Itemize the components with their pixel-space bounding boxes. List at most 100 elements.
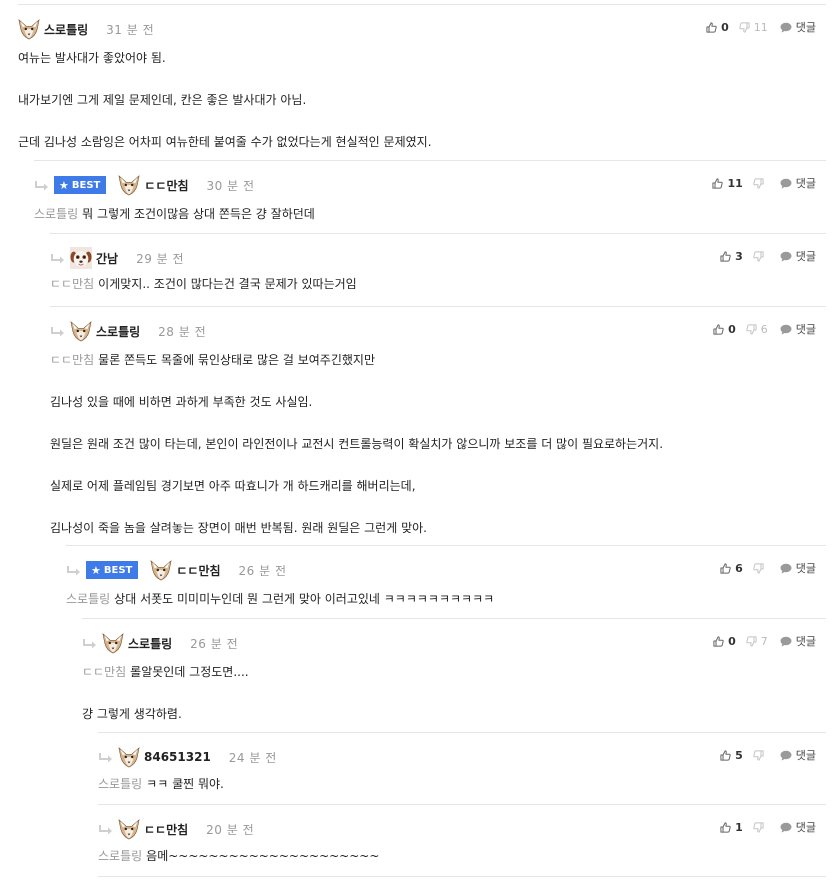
comment-bubble-icon (780, 22, 792, 32)
paragraph-text: 김나성 있을 때에 비하면 과하게 부족한 것도 사실임. (50, 395, 313, 409)
thumbs-up-icon (720, 562, 731, 574)
reply-arrow-icon (67, 566, 80, 576)
dislike-button[interactable] (753, 177, 768, 189)
reply-button[interactable]: 댓글 (780, 19, 816, 35)
comment-paragraph: 스로틀링 ㅋㅋ 쿨찐 뭐야. (98, 777, 826, 791)
mention-link[interactable]: 스로틀링 (98, 849, 142, 863)
best-badge-label: BEST (103, 564, 133, 576)
comment-paragraph: 실제로 어제 플레임팀 경기보면 아주 따효니가 개 하드캐리를 해버리는데, (50, 479, 826, 493)
reply-button[interactable]: 댓글 (780, 560, 816, 576)
dislike-button[interactable] (753, 250, 768, 262)
comment-item: 스로틀링 31 분 전 0 11 댓글여뉴는 발사대가 좋았어야 됨. 내가보기엔 그게 … (18, 4, 826, 160)
comment-timestamp: 26 분 전 (190, 636, 239, 651)
author-nickname[interactable]: 간남 (96, 250, 118, 267)
thumbs-down-icon (746, 635, 757, 647)
reply-button-label: 댓글 (795, 562, 816, 575)
thumbs-down-icon (739, 21, 750, 33)
comment-header: ★ BEST ㄷㄷ만침 26 분 전 6 댓글 (66, 558, 826, 582)
comment-paragraph: ㄷㄷ만침 이게맞지.. 조건이 많다는건 결국 문제가 있따는거임 (50, 277, 826, 291)
thumbs-down-icon (753, 250, 764, 262)
like-button[interactable]: 5 (720, 749, 743, 762)
comment-author-info: 스로틀링 26 분 전 (82, 631, 238, 655)
best-badge: ★ BEST (54, 176, 107, 194)
like-count: 11 (727, 176, 743, 190)
comment-body: ㄷㄷ만침 이게맞지.. 조건이 많다는건 결국 문제가 있따는거임 (50, 277, 826, 291)
comment-paragraph: 여뉴는 발사대가 좋았어야 됨. (18, 51, 826, 65)
reply-button[interactable]: 댓글 (780, 248, 816, 264)
comment-paragraph: ㄷㄷ만침 롤알못인데 그정도면.... (82, 665, 826, 679)
comment-paragraph: 내가보기엔 그게 제일 문제인데, 칸은 좋은 발사대가 아님. (18, 93, 826, 107)
reply-button[interactable]: 댓글 (780, 321, 816, 337)
reply-button[interactable]: 댓글 (780, 175, 816, 191)
dislike-button[interactable]: 11 (739, 21, 768, 34)
comment-paragraph: 스로틀링 뭐 그렇게 조건이많음 상대 쫀득은 걍 잘하던데 (34, 207, 826, 221)
comment-header: 간남 29 분 전 3 댓글 (50, 246, 826, 270)
comment-header: 스로틀링 31 분 전 0 11 댓글 (18, 17, 826, 41)
comment-actions: 11 댓글 (702, 175, 816, 191)
fox-avatar-icon (118, 175, 140, 196)
comment-timestamp: 20 분 전 (206, 822, 255, 837)
comment-author-info: ★ BEST ㄷㄷ만침 30 분 전 (34, 173, 255, 197)
thumbs-up-icon (720, 749, 731, 761)
author-nickname[interactable]: 84651321 (144, 750, 211, 764)
reply-button[interactable]: 댓글 (780, 633, 816, 649)
paragraph-text: 원딜은 원래 조건 많이 타는데, 본인이 라인전이나 교전시 컨트롤능력이 확… (50, 437, 664, 451)
comment-item: 스로틀링 28 분 전 0 6 댓글 ㄷㄷ만침 물론 쫀득도 목줄에 묶인상태로 많은 걸 … (50, 306, 826, 545)
dislike-button[interactable] (753, 749, 768, 761)
author-nickname[interactable]: 스로틀링 (96, 323, 140, 340)
reply-button-label: 댓글 (795, 250, 816, 263)
like-count: 0 (728, 634, 736, 648)
mention-link[interactable]: 스로틀링 (34, 207, 78, 221)
reply-button-label: 댓글 (795, 635, 816, 648)
like-button[interactable]: 3 (720, 250, 743, 263)
comment-timestamp: 29 분 전 (136, 251, 185, 266)
comment-header: 스로틀링 28 분 전 0 6 댓글 (50, 319, 826, 343)
dislike-button[interactable] (753, 821, 768, 833)
like-button[interactable]: 11 (712, 176, 743, 190)
paragraph-text: 여뉴는 발사대가 좋았어야 됨. (18, 51, 166, 65)
paragraph-text: 내가보기엔 그게 제일 문제인데, 칸은 좋은 발사대가 아님. (18, 93, 307, 107)
thumbs-down-icon (746, 323, 757, 335)
like-button[interactable]: 0 (713, 635, 736, 648)
author-nickname[interactable]: ㄷㄷ만침 (144, 177, 188, 194)
mention-link[interactable]: ㄷㄷ만침 (50, 277, 94, 291)
dislike-button[interactable] (753, 562, 768, 574)
reply-button-label: 댓글 (795, 21, 816, 34)
comment-author-info: 간남 29 분 전 (50, 246, 184, 270)
comment-paragraph: 원딜은 원래 조건 많이 타는데, 본인이 라인전이나 교전시 컨트롤능력이 확… (50, 437, 826, 451)
comment-item: 84651321 24 분 전 5 댓글 스로틀링 ㅋㅋ 쿨찐 뭐야. (98, 732, 826, 804)
paragraph-text: 물론 쫀득도 목줄에 묶인상태로 많은 걸 보여주긴했지만 (98, 353, 375, 367)
comment-item: ㄷㄷ만침 20 분 전 1 댓글 스로틀링 음메~~~~~~~~~~~~~~~~~~~~~ (98, 804, 826, 876)
like-button[interactable]: 1 (720, 821, 743, 834)
comment-actions: 1 댓글 (710, 819, 816, 835)
author-nickname[interactable]: ㄷㄷ만침 (176, 562, 220, 579)
mention-link[interactable]: 스로틀링 (66, 592, 110, 606)
fox-avatar-icon (18, 19, 40, 40)
author-nickname[interactable]: 스로틀링 (128, 635, 172, 652)
author-nickname[interactable]: ㄷㄷ만침 (144, 821, 188, 838)
mention-link[interactable]: ㄷㄷ만침 (82, 665, 126, 679)
thumbs-down-icon (753, 749, 764, 761)
fox-avatar-icon (102, 633, 124, 654)
comment-paragraph: 걍 그렇게 생각하렴. (82, 707, 826, 721)
comment-header: ★ BEST ㄷㄷ만침 30 분 전 11 댓글 (34, 173, 826, 197)
mention-link[interactable]: 스로틀링 (98, 777, 142, 791)
comment-paragraph: ㄷㄷ만침 물론 쫀득도 목줄에 묶인상태로 많은 걸 보여주긴했지만 (50, 353, 826, 367)
comment-body: ㄷㄷ만침 롤알못인데 그정도면.... 걍 그렇게 생각하렴. (82, 665, 826, 721)
like-button[interactable]: 6 (720, 562, 743, 575)
like-button[interactable]: 0 (713, 323, 736, 336)
dislike-count: 11 (753, 20, 768, 34)
mention-link[interactable]: ㄷㄷ만침 (50, 353, 94, 367)
paragraph-text: ㅋㅋ 쿨찐 뭐야. (146, 777, 224, 791)
reply-button[interactable]: 댓글 (780, 819, 816, 835)
like-count: 0 (728, 322, 736, 336)
author-nickname[interactable]: 스로틀링 (44, 21, 88, 38)
reply-button-label: 댓글 (795, 323, 816, 336)
comment-timestamp: 31 분 전 (106, 22, 155, 37)
comment-body: 스로틀링 ㅋㅋ 쿨찐 뭐야. (98, 777, 826, 791)
dislike-button[interactable]: 7 (746, 635, 768, 648)
thumbs-up-icon (720, 250, 731, 262)
dislike-button[interactable]: 6 (746, 323, 768, 336)
reply-button[interactable]: 댓글 (780, 747, 816, 763)
like-button[interactable]: 0 (706, 21, 729, 34)
